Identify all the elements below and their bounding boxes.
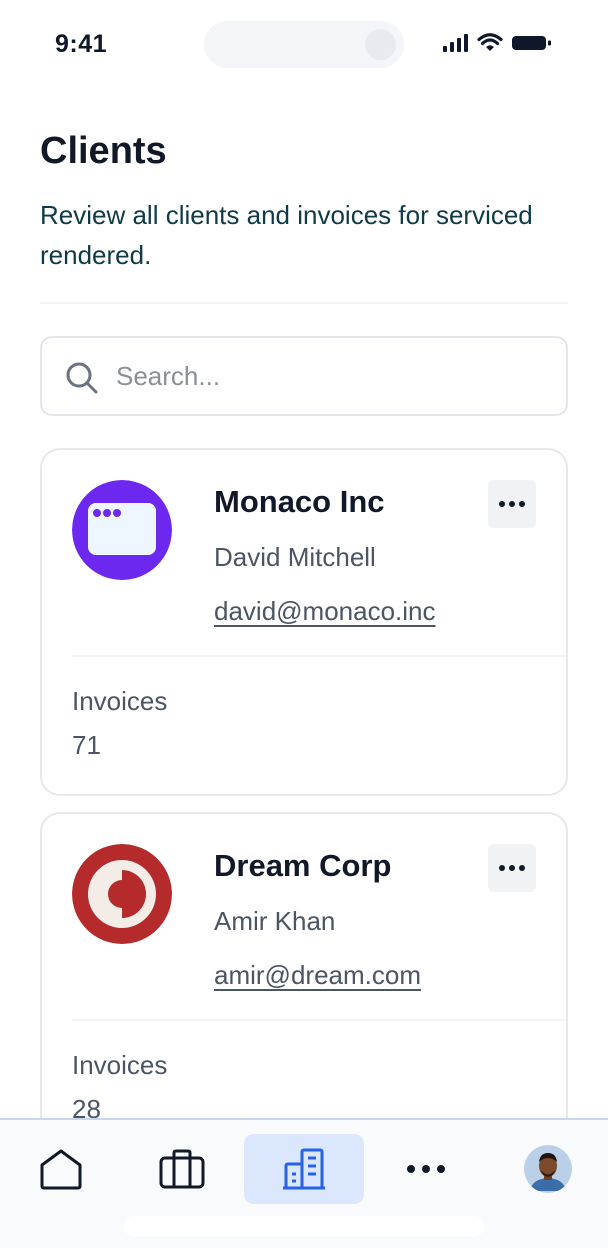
more-dot-icon bbox=[519, 865, 525, 871]
more-dot-icon bbox=[509, 501, 515, 507]
more-dot-icon bbox=[499, 865, 505, 871]
wifi-icon bbox=[477, 33, 503, 51]
building-icon bbox=[283, 1148, 325, 1190]
home-icon bbox=[40, 1149, 82, 1190]
nav-profile[interactable] bbox=[488, 1134, 608, 1204]
page-title: Clients bbox=[40, 130, 167, 172]
client-options-button[interactable] bbox=[488, 844, 536, 892]
monaco-logo-icon bbox=[72, 480, 172, 580]
client-email-link[interactable]: amir@dream.com bbox=[214, 960, 421, 991]
nav-more[interactable] bbox=[366, 1134, 486, 1204]
more-dot-icon bbox=[499, 501, 505, 507]
nav-home[interactable] bbox=[1, 1134, 121, 1204]
card-divider bbox=[72, 655, 566, 657]
search-box[interactable] bbox=[40, 336, 568, 416]
client-card[interactable]: Dream Corp Amir Khan amir@dream.com Invo… bbox=[40, 812, 568, 1160]
profile-avatar bbox=[524, 1145, 572, 1193]
invoices-count: 71 bbox=[72, 730, 101, 760]
dream-logo-icon bbox=[72, 844, 172, 944]
invoices-label: Invoices bbox=[72, 686, 168, 716]
battery-icon bbox=[512, 36, 551, 50]
search-input[interactable] bbox=[116, 356, 536, 396]
client-card[interactable]: Monaco Inc David Mitchell david@monaco.i… bbox=[40, 448, 568, 796]
nav-projects[interactable] bbox=[122, 1134, 242, 1204]
client-options-button[interactable] bbox=[488, 480, 536, 528]
home-indicator bbox=[124, 1216, 484, 1236]
status-bar: 9:41 bbox=[0, 0, 608, 90]
page-subtitle: Review all clients and invoices for serv… bbox=[40, 200, 533, 270]
client-name: Dream Corp bbox=[214, 848, 392, 883]
bottom-nav bbox=[0, 1118, 608, 1248]
contact-name: Amir Khan bbox=[214, 906, 336, 936]
header-divider bbox=[40, 302, 568, 304]
invoices-label: Invoices bbox=[72, 1050, 168, 1080]
contact-name: David Mitchell bbox=[214, 542, 376, 572]
search-icon bbox=[66, 362, 98, 394]
client-name: Monaco Inc bbox=[214, 484, 385, 519]
status-icons bbox=[443, 33, 552, 53]
client-email-link[interactable]: david@monaco.inc bbox=[214, 596, 436, 627]
status-time: 9:41 bbox=[55, 30, 108, 58]
camera-dot bbox=[365, 29, 396, 60]
dynamic-island bbox=[204, 21, 404, 68]
more-dot-icon bbox=[509, 865, 515, 871]
nav-clients[interactable] bbox=[244, 1134, 364, 1204]
card-divider bbox=[72, 1019, 566, 1021]
more-icon bbox=[407, 1165, 445, 1173]
signal-icon bbox=[443, 34, 468, 52]
briefcase-icon bbox=[159, 1149, 205, 1189]
more-dot-icon bbox=[519, 501, 525, 507]
